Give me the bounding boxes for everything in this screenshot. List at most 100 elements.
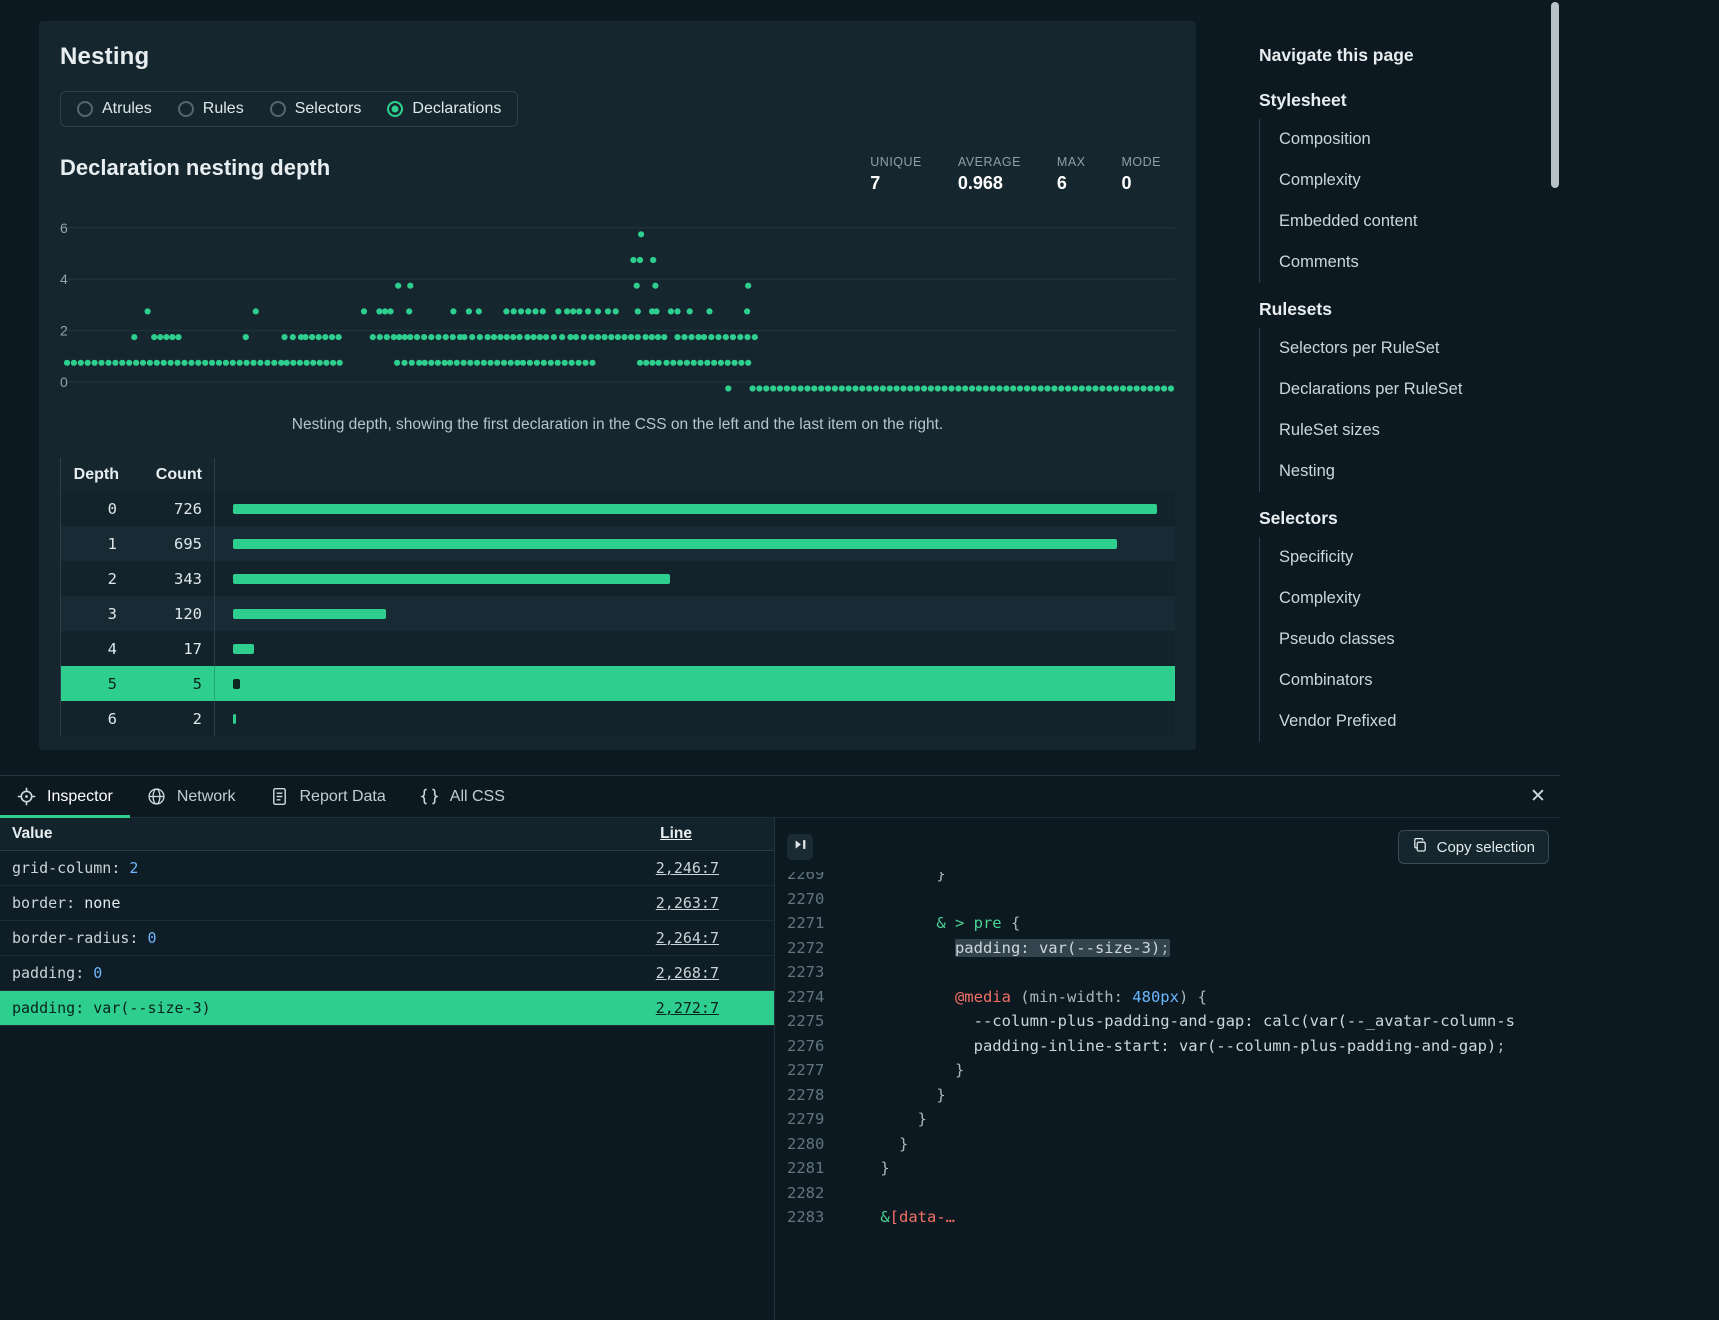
svg-text:6: 6 xyxy=(60,220,68,236)
tab-network[interactable]: Network xyxy=(130,776,253,817)
depth-row-1[interactable]: 1695 xyxy=(60,526,1175,561)
tab-all-css[interactable]: All CSS xyxy=(403,776,522,817)
radio-rules[interactable]: Rules xyxy=(178,100,244,118)
stat-unique: UNIQUE7 xyxy=(870,155,922,194)
nav-item-comments[interactable]: Comments xyxy=(1260,242,1541,283)
panel-toggle-icon xyxy=(793,837,808,857)
code-line-2279: 2279} xyxy=(787,1107,1560,1132)
chart-stats: UNIQUE7AVERAGE0.968MAX6MODE0 xyxy=(870,155,1175,194)
svg-text:0: 0 xyxy=(60,374,68,390)
value-table-header: Value Line xyxy=(0,818,774,851)
line-link[interactable]: 2,268:7 xyxy=(656,964,719,982)
depth-row-4[interactable]: 417 xyxy=(60,631,1175,666)
selected-code: padding: var(--size-3); xyxy=(955,939,1170,957)
line-column-header[interactable]: Line xyxy=(660,825,692,843)
line-link[interactable]: 2,264:7 xyxy=(656,929,719,947)
count-bar xyxy=(233,539,1117,549)
radio-label: Rules xyxy=(203,100,244,118)
depth-row-6[interactable]: 62 xyxy=(60,701,1175,736)
chart-caption: Nesting depth, showing the first declara… xyxy=(60,416,1175,434)
nav-item-composition[interactable]: Composition xyxy=(1260,119,1541,160)
tab-inspector[interactable]: Inspector xyxy=(0,776,130,817)
nav-item-selectors-per-ruleset[interactable]: Selectors per RuleSet xyxy=(1260,328,1541,369)
page-title: Nesting xyxy=(60,43,1175,71)
nav-item-complexity[interactable]: Complexity xyxy=(1260,160,1541,201)
code-line-2283: 2283&[data-… xyxy=(787,1205,1560,1224)
radio-selectors[interactable]: Selectors xyxy=(270,100,362,118)
code-line-2277: 2277} xyxy=(787,1058,1560,1083)
radio-label: Declarations xyxy=(412,100,501,118)
value-row-3[interactable]: padding: 02,268:7 xyxy=(0,956,774,991)
depth-value: 1 xyxy=(61,535,123,553)
depth-column-header: Depth xyxy=(61,466,123,484)
depth-row-3[interactable]: 3120 xyxy=(60,596,1175,631)
radio-declarations[interactable]: Declarations xyxy=(387,100,501,118)
line-link[interactable]: 2,246:7 xyxy=(656,859,719,877)
globe-icon xyxy=(147,787,166,806)
value-table-body: grid-column: 22,246:7border: none2,263:7… xyxy=(0,851,774,1026)
nesting-type-radio-group: Atrules Rules Selectors Declarations xyxy=(60,91,518,127)
nav-item-nesting[interactable]: Nesting xyxy=(1260,451,1541,492)
line-number: 2269 xyxy=(787,872,843,887)
nav-item-embedded-content[interactable]: Embedded content xyxy=(1260,201,1541,242)
value-row-0[interactable]: grid-column: 22,246:7 xyxy=(0,851,774,886)
nav-item-combinators[interactable]: Combinators xyxy=(1260,660,1541,701)
code-line-2273: 2273 xyxy=(787,960,1560,985)
declaration-property: border: xyxy=(12,894,75,912)
app: Nesting Atrules Rules Selectors Declaration… xyxy=(0,0,1719,1320)
tab-report-data[interactable]: Report Data xyxy=(253,776,403,817)
depth-value: 0 xyxy=(61,500,123,518)
line-link[interactable]: 2,263:7 xyxy=(656,894,719,912)
inspect-icon xyxy=(17,787,36,806)
nav-item-pseudo-classes[interactable]: Pseudo classes xyxy=(1260,619,1541,660)
radio-atrules[interactable]: Atrules xyxy=(77,100,152,118)
depth-table: Depth Count 07261695234331204175562 xyxy=(60,458,1175,736)
scrollbar-thumb[interactable] xyxy=(1551,2,1559,188)
stat-label: AVERAGE xyxy=(958,155,1021,169)
stat-label: MODE xyxy=(1122,155,1162,169)
value-row-1[interactable]: border: none2,263:7 xyxy=(0,886,774,921)
line-link[interactable]: 2,272:7 xyxy=(656,999,719,1017)
depth-table-body: 07261695234331204175562 xyxy=(60,491,1175,736)
code-line-2282: 2282 xyxy=(787,1181,1560,1206)
value-row-2[interactable]: border-radius: 02,264:7 xyxy=(0,921,774,956)
code-viewer[interactable]: 2269}22702271& > pre {2272padding: var(-… xyxy=(787,872,1560,1224)
copy-selection-button[interactable]: Copy selection xyxy=(1398,830,1549,864)
nav-item-specificity[interactable]: Specificity xyxy=(1260,537,1541,578)
chart-header: Declaration nesting depth UNIQUE7AVERAGE… xyxy=(60,155,1175,194)
value-row-4[interactable]: padding: var(--size-3)2,272:7 xyxy=(0,991,774,1026)
nav-item-complexity[interactable]: Complexity xyxy=(1260,578,1541,619)
code-line-2276: 2276padding-inline-start: var(--column-p… xyxy=(787,1034,1560,1059)
panel-toggle-button[interactable] xyxy=(787,834,813,860)
line-number: 2274 xyxy=(787,985,843,1010)
stat-value: 6 xyxy=(1057,173,1086,194)
line-number: 2271 xyxy=(787,911,843,936)
page-nav-sections: StylesheetCompositionComplexityEmbedded … xyxy=(1259,90,1541,742)
stat-label: UNIQUE xyxy=(870,155,922,169)
code-line-2275: 2275--column-plus-padding-and-gap: calc(… xyxy=(787,1009,1560,1034)
count-value: 120 xyxy=(123,596,215,631)
depth-row-5[interactable]: 55 xyxy=(60,666,1175,701)
count-bar xyxy=(233,609,386,619)
line-number: 2270 xyxy=(787,887,843,912)
depth-row-0[interactable]: 0726 xyxy=(60,491,1175,526)
nav-list-rulesets: Selectors per RuleSetDeclarations per Ru… xyxy=(1259,328,1541,492)
nav-item-declarations-per-ruleset[interactable]: Declarations per RuleSet xyxy=(1260,369,1541,410)
close-icon[interactable]: ✕ xyxy=(1516,776,1560,817)
radio-label: Selectors xyxy=(295,100,362,118)
nav-section-stylesheet: Stylesheet xyxy=(1259,90,1541,111)
depth-value: 2 xyxy=(61,570,123,588)
count-value: 726 xyxy=(123,491,215,526)
tab-label: Inspector xyxy=(47,788,113,806)
line-number: 2277 xyxy=(787,1058,843,1083)
declaration-value: 0 xyxy=(93,964,102,982)
braces-icon xyxy=(420,787,439,806)
count-bar xyxy=(233,644,254,654)
code-line-2280: 2280} xyxy=(787,1132,1560,1157)
depth-row-2[interactable]: 2343 xyxy=(60,561,1175,596)
code-line-2269: 2269} xyxy=(787,872,1560,887)
nav-item-vendor-prefixed[interactable]: Vendor Prefixed xyxy=(1260,701,1541,742)
nav-item-ruleset-sizes[interactable]: RuleSet sizes xyxy=(1260,410,1541,451)
copy-selection-label: Copy selection xyxy=(1437,839,1535,856)
page-scrollbar[interactable] xyxy=(1551,0,1559,775)
